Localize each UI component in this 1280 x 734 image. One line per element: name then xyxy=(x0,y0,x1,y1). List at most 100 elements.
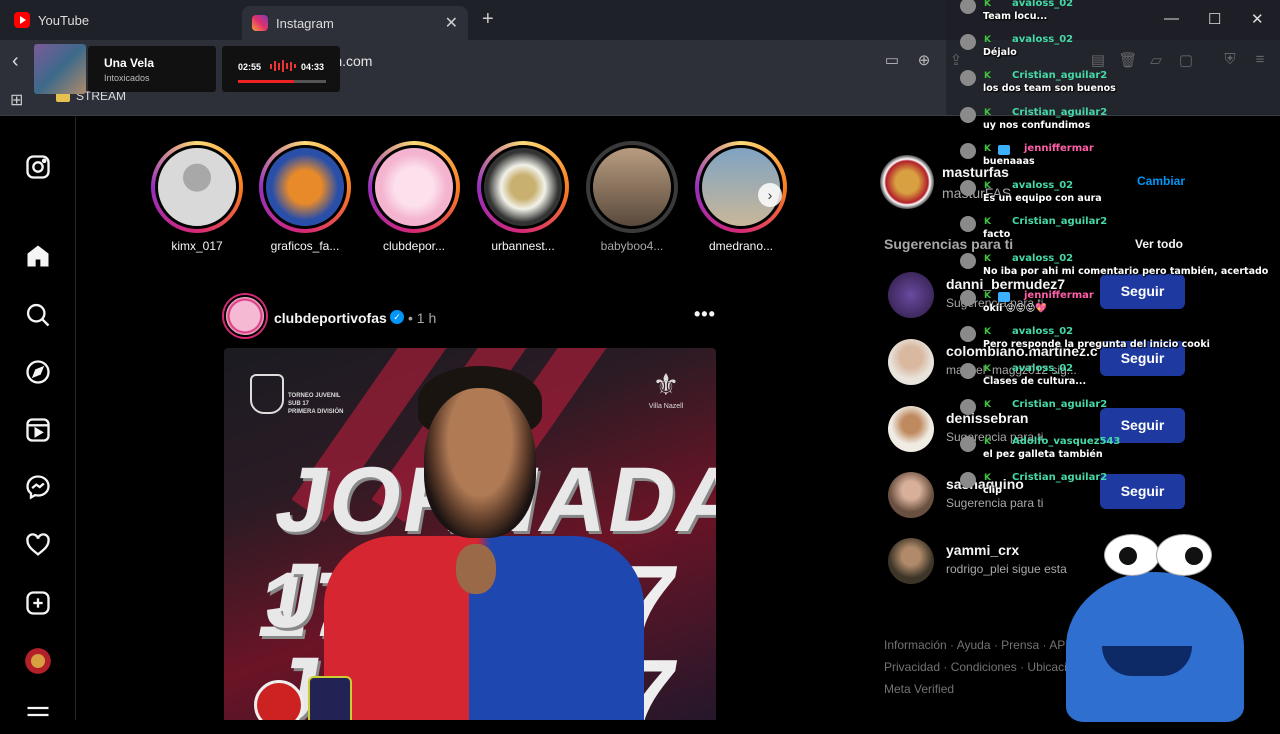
chat-text: Team locu... xyxy=(983,11,1048,22)
suggestion-avatar[interactable] xyxy=(888,406,934,452)
chat-username: avaloss_02 xyxy=(1012,34,1074,45)
sponsor-text: Villa Nazell xyxy=(648,403,684,410)
suggestion-username[interactable]: yammi_crx xyxy=(946,542,1019,558)
suggestion-avatar[interactable] xyxy=(888,339,934,385)
chat-avatar xyxy=(960,180,976,196)
tab-instagram[interactable]: Instagram ✕ xyxy=(242,6,468,40)
subscriber-badge-icon xyxy=(998,292,1010,302)
chat-badge-icon: K xyxy=(984,181,991,191)
chat-avatar xyxy=(960,363,976,379)
post-avatar[interactable] xyxy=(224,295,266,337)
switch-account-link[interactable]: Cambiar xyxy=(1137,174,1185,188)
instagram-logo-icon[interactable] xyxy=(24,153,52,181)
chat-text: Clases de cultura... xyxy=(983,376,1087,387)
instagram-icon xyxy=(252,15,268,31)
profile-avatar-icon[interactable] xyxy=(24,647,52,675)
story-label: graficos_fa... xyxy=(270,239,340,253)
zoom-icon[interactable]: ⊕ xyxy=(914,51,934,71)
home-icon[interactable] xyxy=(24,242,52,270)
more-menu-icon[interactable] xyxy=(24,701,52,729)
mascot-eye xyxy=(1104,534,1160,576)
story-avatar xyxy=(372,145,456,229)
chat-text: Déjalo xyxy=(983,47,1017,58)
footer-line[interactable]: Meta Verified xyxy=(884,678,1084,700)
footer-line[interactable]: Información · Ayuda · Prensa · API xyxy=(884,634,1084,656)
story-item[interactable]: clubdepor... xyxy=(367,141,461,253)
track-info: Una Vela Intoxicados xyxy=(88,46,216,92)
story-label: dmedrano... xyxy=(708,239,774,253)
explore-icon[interactable] xyxy=(24,358,52,386)
album-art xyxy=(34,44,86,94)
league-badge xyxy=(308,676,352,720)
notifications-heart-icon[interactable] xyxy=(24,531,52,559)
chat-badge-icon: K xyxy=(984,437,991,447)
see-all-link[interactable]: Ver todo xyxy=(1135,237,1183,251)
suggestion-reason: Sugerencia para ti xyxy=(946,496,1044,510)
new-tab-button[interactable]: + xyxy=(482,8,494,31)
footer-links: Información · Ayuda · Prensa · API Priva… xyxy=(884,634,1084,700)
footer-line[interactable]: Privacidad · Condiciones · Ubicacio xyxy=(884,656,1084,678)
progress-bar xyxy=(238,80,326,83)
player-small-face xyxy=(456,544,496,594)
follow-button[interactable]: Seguir xyxy=(1100,474,1185,509)
story-label: babyboo4... xyxy=(600,239,664,253)
reels-icon[interactable] xyxy=(24,416,52,444)
story-item[interactable]: kimx_017 xyxy=(150,141,244,253)
suggestion-avatar[interactable] xyxy=(888,272,934,318)
chat-badge-icon: K xyxy=(984,217,991,227)
chat-avatar xyxy=(960,216,976,232)
story-avatar xyxy=(263,145,347,229)
chat-avatar xyxy=(960,436,976,452)
suggestion-username[interactable]: denissebran xyxy=(946,410,1028,426)
post-image[interactable]: TORNEO JUVENIL SUB 17 PRIMERA DIVISIÓN ⚜… xyxy=(224,348,716,720)
close-window-icon[interactable]: ✕ xyxy=(1251,10,1264,28)
chevron-right-icon[interactable]: › xyxy=(758,183,782,207)
post-username[interactable]: clubdeportivofas xyxy=(274,310,387,326)
post-time: • 1 h xyxy=(408,310,437,326)
chat-username: avaloss_02 xyxy=(1012,0,1074,9)
chat-username: Cristian_aguilar2 xyxy=(1012,399,1108,410)
more-options-icon[interactable]: ••• xyxy=(694,304,716,325)
chat-badge-icon: K xyxy=(984,327,991,337)
close-tab-icon[interactable]: ✕ xyxy=(445,13,458,33)
story-ring xyxy=(586,141,678,233)
chat-avatar xyxy=(960,107,976,123)
suggestion-avatar[interactable] xyxy=(888,472,934,518)
time-total: 04:33 xyxy=(301,62,325,72)
suggestion-avatar[interactable] xyxy=(888,538,934,584)
chat-avatar xyxy=(960,143,976,159)
chat-avatar xyxy=(960,399,976,415)
install-app-icon[interactable]: ▭ xyxy=(882,51,902,71)
search-icon[interactable] xyxy=(24,301,52,329)
story-item[interactable]: urbannest... xyxy=(476,141,570,253)
chat-text: Es un equipo con aura xyxy=(983,193,1102,204)
instagram-sidebar xyxy=(0,117,76,720)
chat-username: Cristian_aguilar2 xyxy=(1012,70,1108,81)
back-button[interactable]: ‹ xyxy=(12,50,19,73)
suggestion-reason: rodrigo_plei sigue esta xyxy=(946,562,1067,576)
chat-text: los dos team son buenos xyxy=(983,83,1116,94)
time-current: 02:55 xyxy=(238,62,262,72)
chat-avatar xyxy=(960,472,976,488)
story-label: kimx_017 xyxy=(171,239,223,253)
tab-youtube[interactable]: YouTube xyxy=(14,6,89,34)
chat-avatar xyxy=(960,34,976,50)
maximize-icon[interactable]: ☐ xyxy=(1208,10,1221,28)
story-ring xyxy=(368,141,460,233)
apps-grid-icon[interactable]: ⊞ xyxy=(10,90,23,110)
follow-button[interactable]: Seguir xyxy=(1100,274,1185,309)
chat-username: avaloss_02 xyxy=(1012,326,1074,337)
minimize-icon[interactable]: — xyxy=(1164,10,1179,27)
mascot-overlay xyxy=(1066,534,1246,722)
messenger-icon[interactable] xyxy=(24,473,52,501)
story-item[interactable]: babyboo4... xyxy=(585,141,679,253)
chat-avatar xyxy=(960,290,976,306)
chat-badge-icon: K xyxy=(984,71,991,81)
story-item[interactable]: graficos_fa... xyxy=(258,141,352,253)
current-user-avatar[interactable] xyxy=(880,155,934,209)
story-avatar xyxy=(155,145,239,229)
progress-fill xyxy=(238,80,295,83)
story-ring xyxy=(259,141,351,233)
create-post-icon[interactable] xyxy=(24,589,52,617)
tab-label: YouTube xyxy=(38,12,90,28)
